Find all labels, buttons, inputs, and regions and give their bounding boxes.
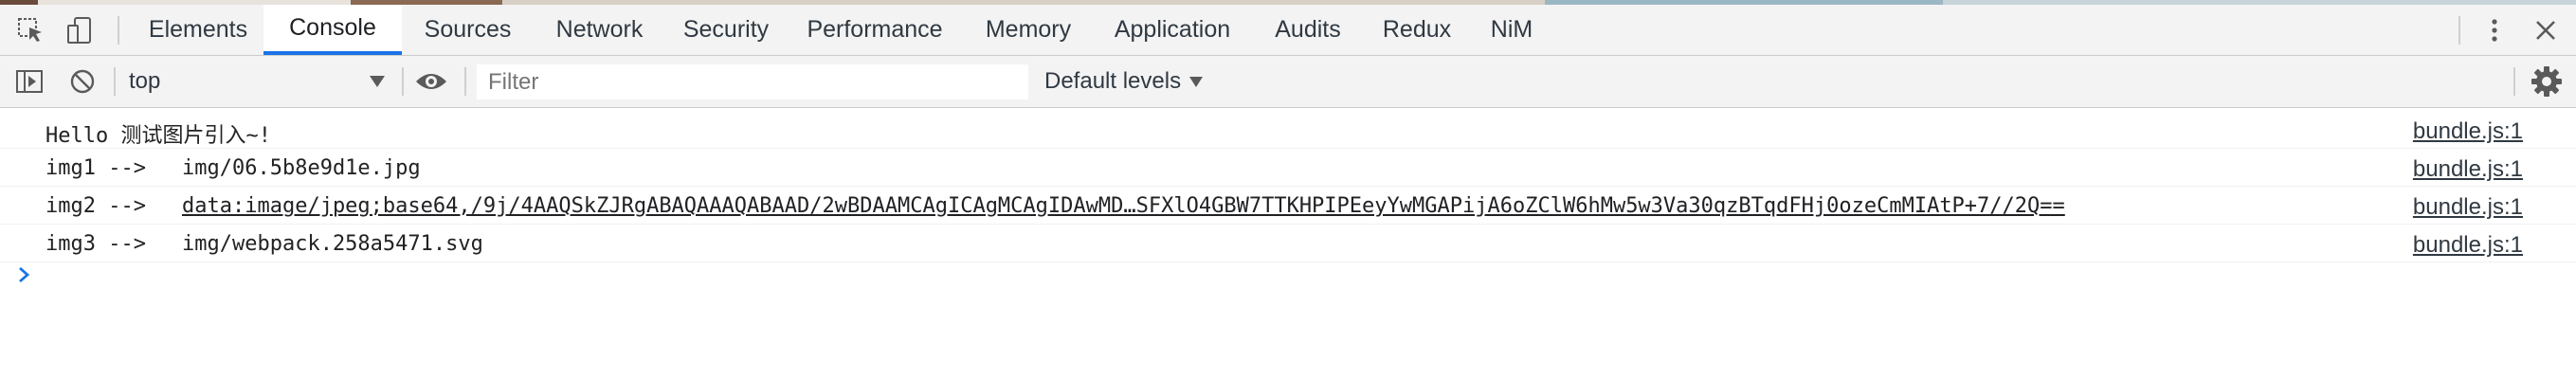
tab-bar-separator: [118, 16, 119, 45]
tab-label: Memory: [985, 16, 1072, 43]
console-message-row: img2 --> data:image/jpeg;base64,/9j/4AAQS…: [0, 187, 2576, 225]
devtools-tab-bar: Elements Console Sources Network Security Per…: [0, 5, 2576, 56]
tab-label: Audits: [1275, 16, 1341, 43]
console-message-row: Hello 测试图片引入~! bundle.js:1: [0, 111, 2576, 149]
console-toolbar: top Filter Default levels: [0, 56, 2576, 108]
tab-label: Sources: [424, 16, 512, 43]
close-devtools-icon[interactable]: [2529, 13, 2563, 47]
tab-security[interactable]: Security: [665, 5, 787, 55]
tab-console[interactable]: Console: [263, 5, 402, 55]
source-location-link[interactable]: bundle.js:1: [2413, 194, 2523, 221]
show-sidebar-icon[interactable]: [11, 63, 47, 99]
console-message-text: img3 -->: [45, 232, 146, 256]
log-levels-dropdown[interactable]: Default levels: [1044, 64, 1204, 99]
devtools-window: Elements Console Sources Network Security Per…: [0, 0, 2576, 379]
tab-nim[interactable]: NiM: [1469, 5, 1554, 55]
console-message-text: img2 -->: [45, 194, 146, 218]
tab-redux[interactable]: Redux: [1365, 5, 1469, 55]
execution-context-select[interactable]: top: [129, 64, 389, 99]
source-location-link[interactable]: bundle.js:1: [2413, 118, 2523, 145]
tab-memory[interactable]: Memory: [963, 5, 1094, 55]
live-expression-eye-icon[interactable]: [413, 63, 449, 99]
tab-label: Performance: [807, 16, 943, 43]
console-message-text: Hello 测试图片引入~!: [45, 124, 271, 148]
tab-bar-separator: [2458, 16, 2460, 45]
console-message-value: img/06.5b8e9d1e.jpg: [182, 156, 421, 180]
toolbar-separator: [114, 67, 116, 96]
tab-application[interactable]: Application: [1094, 5, 1251, 55]
toolbar-separator: [2513, 67, 2515, 96]
source-location-link[interactable]: bundle.js:1: [2413, 232, 2523, 259]
clear-console-icon[interactable]: [64, 63, 100, 99]
dropdown-arrow-icon: [1189, 76, 1204, 87]
tab-label: Console: [289, 14, 376, 41]
tab-network[interactable]: Network: [534, 5, 665, 55]
device-toolbar-icon[interactable]: [63, 13, 97, 47]
tab-label: Redux: [1382, 16, 1452, 43]
console-prompt-chevron-icon[interactable]: [15, 263, 34, 286]
source-location-link[interactable]: bundle.js:1: [2413, 156, 2523, 183]
execution-context-value: top: [129, 68, 161, 94]
tab-label: Security: [682, 16, 770, 43]
console-message-row: img1 --> img/06.5b8e9d1e.jpg bundle.js:1: [0, 149, 2576, 187]
log-levels-label: Default levels: [1044, 68, 1182, 94]
tab-audits[interactable]: Audits: [1251, 5, 1365, 55]
tab-label: Elements: [148, 16, 248, 43]
more-options-icon[interactable]: [2477, 13, 2512, 47]
toolbar-separator: [402, 67, 404, 96]
tab-elements[interactable]: Elements: [133, 5, 263, 55]
tab-label: Network: [555, 16, 644, 43]
toolbar-separator: [464, 67, 466, 96]
console-message-row: img3 --> img/webpack.258a5471.svg bundle.j…: [0, 225, 2576, 262]
console-message-value: img/webpack.258a5471.svg: [182, 232, 483, 256]
inspect-element-icon[interactable]: [13, 13, 47, 47]
dropdown-arrow-icon: [370, 76, 385, 87]
tab-label: Application: [1114, 16, 1231, 43]
filter-placeholder: Filter: [488, 68, 539, 95]
console-value-link[interactable]: data:image/jpeg;base64,/9j/4AAQSkZJRgABA…: [182, 194, 2065, 218]
tab-sources[interactable]: Sources: [402, 5, 534, 55]
filter-input[interactable]: Filter: [477, 64, 1028, 99]
tab-performance[interactable]: Performance: [787, 5, 963, 55]
console-settings-gear-icon[interactable]: [2529, 63, 2565, 99]
console-message-text: img1 -->: [45, 156, 146, 180]
tab-label: NiM: [1490, 16, 1533, 43]
